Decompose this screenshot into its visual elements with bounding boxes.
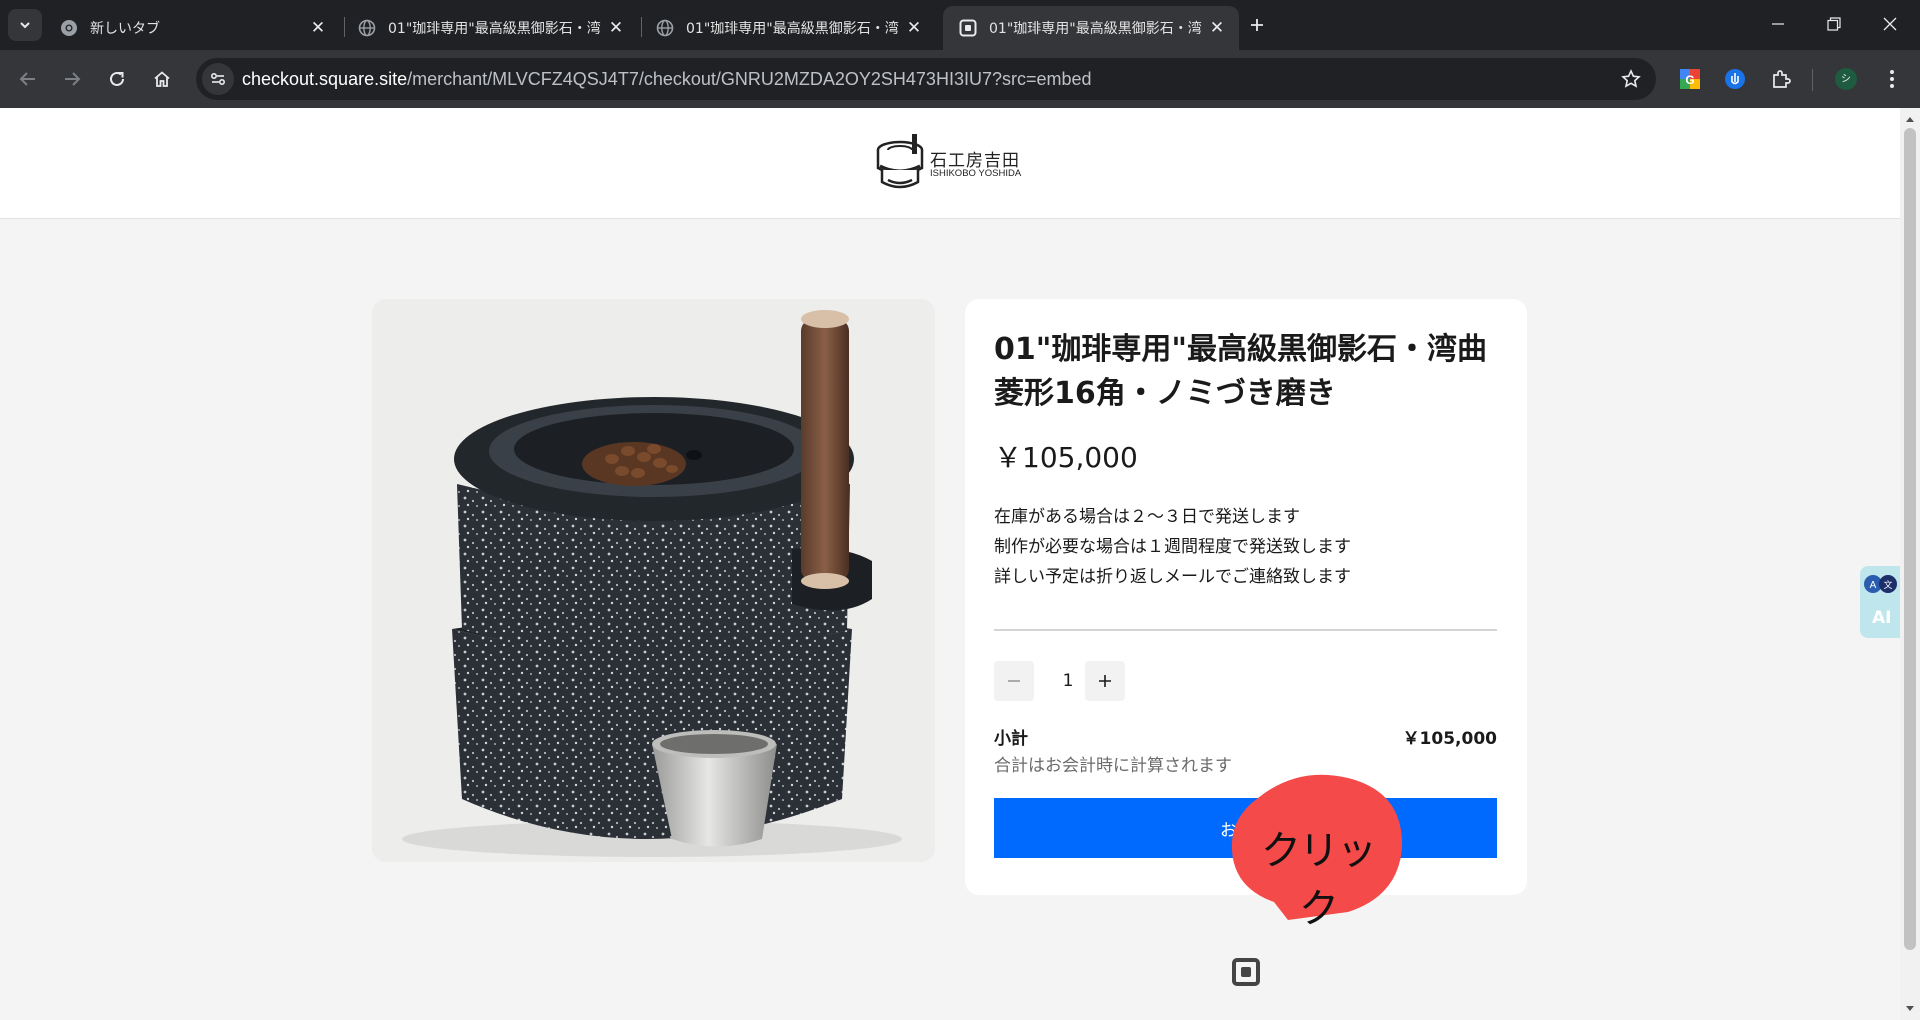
ai-widget-label: AI: [1872, 608, 1892, 628]
minimize-button[interactable]: [1750, 0, 1806, 48]
site-info-icon[interactable]: [202, 63, 234, 95]
stone-mill-logo-icon: [876, 134, 924, 189]
tab-product-active[interactable]: 01"珈琲専用"最高級黒御影石・湾 ✕: [943, 6, 1239, 50]
scroll-up-arrow-icon[interactable]: [1900, 110, 1920, 128]
tab-title: 新しいタブ: [90, 21, 160, 37]
arrow-right-icon: [65, 72, 81, 86]
divider: [994, 629, 1497, 631]
granite-coffee-mill-image: [372, 299, 935, 862]
back-button[interactable]: [10, 61, 46, 97]
minimize-icon: [1772, 23, 1784, 25]
restore-button[interactable]: [1806, 0, 1862, 48]
tab-title: 01"珈琲専用"最高級黒御影石・湾: [388, 21, 601, 37]
translate-icon: A 文: [1864, 575, 1897, 593]
profile-initial: シ: [1841, 74, 1851, 85]
quantity-decrease-button[interactable]: [994, 661, 1034, 701]
square-icon: [959, 19, 977, 37]
quantity-increase-button[interactable]: [1085, 661, 1125, 701]
new-tab-button[interactable]: [1242, 11, 1272, 39]
minus-icon: [1008, 680, 1020, 682]
globe-icon: [656, 19, 674, 37]
scroll-down-arrow-icon[interactable]: [1900, 1000, 1920, 1018]
tab-product-1[interactable]: 01"珈琲専用"最高級黒御影石・湾 ✕: [342, 6, 638, 50]
tab-product-2[interactable]: 01"珈琲専用"最高級黒御影石・湾 ✕: [640, 6, 936, 50]
subtotal-value: ￥105,000: [1402, 729, 1497, 749]
profile-avatar[interactable]: シ: [1830, 63, 1862, 95]
close-tab-icon[interactable]: ✕: [606, 18, 626, 38]
toolbar-divider: [1812, 69, 1813, 91]
product-price: ￥105,000: [994, 441, 1138, 474]
chrome-icon: [60, 19, 78, 37]
tab-new-tab[interactable]: 新しいタブ ✕: [44, 6, 340, 50]
reload-icon: [110, 71, 124, 86]
url-host: checkout.square.site: [242, 69, 408, 89]
reload-button[interactable]: [99, 61, 135, 97]
checkout-page: 石工房吉田 ISHIKOBO YOSHIDA 01"珈琲専用"最高級黒御影石・湾…: [0, 108, 1900, 1020]
google-extension-icon[interactable]: G: [1674, 63, 1706, 95]
square-logo-icon: [1232, 958, 1260, 986]
product-title: 01"珈琲専用"最高級黒御影石・湾曲菱形16角・ノミづき磨き: [994, 332, 1488, 411]
arrow-left-icon: [19, 72, 35, 86]
tab-search-button[interactable]: [8, 9, 42, 41]
close-window-button[interactable]: [1862, 0, 1918, 48]
svg-text:G: G: [1685, 73, 1694, 87]
page-scrollbar[interactable]: [1900, 108, 1920, 1020]
subtotal-label: 小計: [994, 729, 1028, 749]
home-icon: [154, 71, 170, 87]
quantity-value[interactable]: 1: [1048, 671, 1088, 691]
tab-strip: 新しいタブ ✕ 01"珈琲専用"最高級黒御影石・湾 ✕ 01"珈琲専用"最高級黒…: [0, 0, 1920, 50]
chevron-down-icon: [20, 22, 30, 29]
description-line: 制作が必要な場合は１週間程度で発送致します: [994, 537, 1351, 557]
browser-toolbar: checkout.square.site/merchant/MLVCFZ4QSJ…: [0, 50, 1920, 108]
bookmark-star-icon[interactable]: [1618, 66, 1644, 92]
tab-title: 01"珈琲専用"最高級黒御影石・湾: [989, 21, 1202, 37]
scrollbar-thumb[interactable]: [1904, 128, 1916, 950]
logo-text-en: ISHIKOBO YOSHIDA: [930, 168, 1022, 179]
close-tab-icon[interactable]: ✕: [1207, 18, 1227, 38]
address-bar[interactable]: checkout.square.site/merchant/MLVCFZ4QSJ…: [196, 58, 1656, 100]
browser-menu-icon[interactable]: [1876, 63, 1908, 95]
close-icon: [1883, 17, 1897, 31]
globe-icon: [358, 19, 376, 37]
subtotal-note: 合計はお会計時に計算されます: [994, 756, 1232, 776]
click-annotation-text: クリック: [1261, 828, 1377, 932]
close-tab-icon[interactable]: ✕: [308, 18, 328, 38]
description-line: 詳しい予定は折り返しメールでご連絡致します: [994, 567, 1351, 587]
svg-text:A: A: [1870, 580, 1877, 591]
home-button[interactable]: [144, 61, 180, 97]
store-logo[interactable]: 石工房吉田 ISHIKOBO YOSHIDA: [874, 130, 1034, 196]
puzzle-extensions-icon[interactable]: [1765, 63, 1797, 95]
restore-icon: [1827, 17, 1841, 31]
shield-extension-icon[interactable]: [1719, 63, 1751, 95]
product-image: [372, 299, 935, 862]
plus-icon: [1099, 675, 1111, 687]
plus-icon: [1251, 19, 1263, 31]
forward-button[interactable]: [54, 61, 90, 97]
svg-text:文: 文: [1883, 579, 1892, 591]
tab-title: 01"珈琲専用"最高級黒御影石・湾: [686, 21, 899, 37]
description-line: 在庫がある場合は２～３日で発送します: [994, 507, 1300, 527]
url-text[interactable]: checkout.square.site/merchant/MLVCFZ4QSJ…: [242, 69, 1092, 90]
url-path: /merchant/MLVCFZ4QSJ4T7/checkout/GNRU2MZ…: [407, 69, 1092, 89]
site-header: 石工房吉田 ISHIKOBO YOSHIDA: [0, 108, 1900, 219]
close-tab-icon[interactable]: ✕: [904, 18, 924, 38]
product-description: 在庫がある場合は２～３日で発送します 制作が必要な場合は１週間程度で発送致します…: [994, 502, 1504, 592]
